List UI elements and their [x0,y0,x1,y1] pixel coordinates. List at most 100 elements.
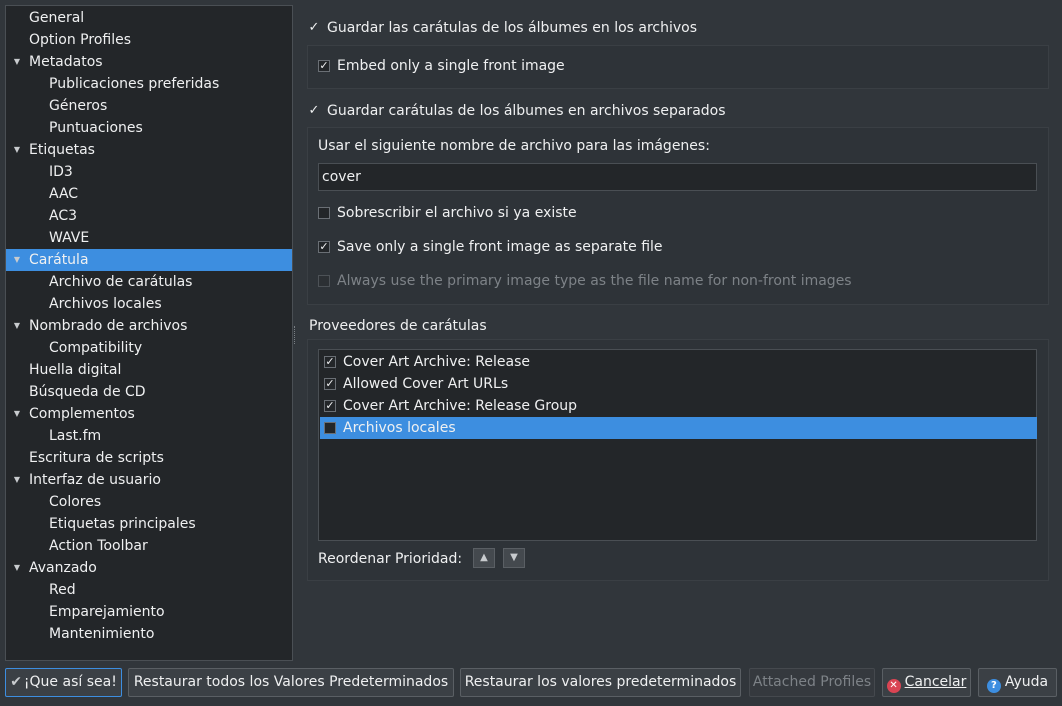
expand-arrow-icon[interactable]: ▼ [11,51,23,73]
provider-item[interactable]: ✓ Cover Art Archive: Release Group [320,395,1037,417]
check-icon: ✔ [10,674,22,690]
save-cover-in-files-checkbox[interactable]: ✓ Guardar las carátulas de los álbumes e… [308,18,908,38]
sidebar-item[interactable]: WAVE [6,227,292,249]
sidebar-item-label: Red [49,582,76,598]
sidebar-item-label: WAVE [49,230,90,246]
sidebar-item-label: Archivo de carátulas [49,274,193,290]
help-label: Ayuda [1004,674,1049,690]
sidebar-item[interactable]: AAC [6,183,292,205]
sidebar-item[interactable]: Compatibility [6,337,292,359]
sidebar-item-label: ID3 [49,164,73,180]
sidebar-item[interactable]: Escritura de scripts [6,447,292,469]
sidebar-item[interactable]: Puntuaciones [6,117,292,139]
sidebar-item[interactable]: ID3 [6,161,292,183]
sidebar-item[interactable]: Colores [6,491,292,513]
sidebar-item[interactable]: AC3 [6,205,292,227]
filename-input[interactable]: cover [318,163,1037,191]
sidebar-item[interactable]: ▼ Avanzado [6,557,292,579]
expand-arrow-icon[interactable]: ▼ [11,469,23,491]
cancel-button[interactable]: ✕ Cancelar [882,668,971,697]
check-icon: ✓ [318,59,330,72]
sidebar-item-label: Emparejamiento [49,604,165,620]
sidebar-item-label: Publicaciones preferidas [49,76,220,92]
restore-defaults-button[interactable]: Restaurar los valores predeterminados [460,668,741,697]
sidebar-item[interactable]: ▼ Nombrado de archivos [6,315,292,337]
sidebar-item[interactable]: Etiquetas principales [6,513,292,535]
sidebar-item[interactable]: ▼ Etiquetas [6,139,292,161]
check-icon[interactable]: ✓ [324,356,336,368]
save-separate-files-checkbox[interactable]: ✓ Guardar carátulas de los álbumes en ar… [308,101,908,121]
sidebar-item[interactable]: Red [6,579,292,601]
cancel-label: Cancelar [904,674,967,690]
provider-item[interactable]: Archivos locales [320,417,1037,439]
provider-label: Cover Art Archive: Release Group [343,398,578,414]
checkbox-box [318,207,330,219]
provider-label: Allowed Cover Art URLs [343,376,509,392]
primary-type-filename-label: Always use the primary image type as the… [337,273,852,289]
sidebar-item[interactable]: General [6,7,292,29]
restore-all-label: Restaurar todos los Valores Predetermina… [133,674,449,690]
sidebar-item[interactable]: Mantenimiento [6,623,292,645]
check-icon: ✓ [308,103,320,118]
sidebar-item[interactable]: ▼ Carátula [6,249,292,271]
move-down-button[interactable]: ▼ [503,548,525,568]
sidebar-item-label: General [29,10,85,26]
sidebar-item[interactable]: Búsqueda de CD [6,381,292,403]
check-icon[interactable]: ✓ [324,378,336,390]
providers-list[interactable]: ✓ Cover Art Archive: Release ✓ Allowed Cove… [318,349,1037,541]
expand-arrow-icon[interactable]: ▼ [11,403,23,425]
ok-label: ¡Que así sea! [23,674,117,690]
save-separate-files-label: Guardar carátulas de los álbumes en arch… [327,103,726,119]
sidebar-item[interactable]: ▼ Interfaz de usuario [6,469,292,491]
provider-item[interactable]: ✓ Allowed Cover Art URLs [320,373,1037,395]
sidebar-item-label: Escritura de scripts [29,450,164,466]
sidebar-item[interactable]: ▼ Metadatos [6,51,292,73]
sidebar-item-label: Metadatos [29,54,103,70]
sidebar-item-label: Archivos locales [49,296,162,312]
expand-arrow-icon[interactable]: ▼ [11,315,23,337]
sidebar-item-label: Option Profiles [29,32,131,48]
ok-button[interactable]: ✔ ¡Que así sea! [5,668,122,697]
sidebar-item[interactable]: Action Toolbar [6,535,292,557]
sidebar-item-label: Carátula [29,252,89,268]
sidebar-item[interactable]: Last.fm [6,425,292,447]
sidebar-item[interactable]: Huella digital [6,359,292,381]
sidebar-item[interactable]: Option Profiles [6,29,292,51]
chevron-down-icon: ▼ [510,552,518,563]
checkbox-box[interactable] [324,422,336,434]
sidebar-item[interactable]: Archivo de carátulas [6,271,292,293]
restore-all-defaults-button[interactable]: Restaurar todos los Valores Predetermina… [128,668,454,697]
help-button[interactable]: ? Ayuda [978,668,1057,697]
sidebar-item[interactable]: Archivos locales [6,293,292,315]
checkbox-box [318,275,330,287]
check-icon: ✓ [308,20,320,35]
splitter-handle[interactable] [294,326,297,344]
sidebar-item[interactable]: Géneros [6,95,292,117]
options-window: General Option Profiles ▼ Metadatos Publicac… [0,0,1062,706]
sidebar-item-label: Etiquetas principales [49,516,196,532]
expand-arrow-icon[interactable]: ▼ [11,139,23,161]
embed-single-front-checkbox[interactable]: ✓ Embed only a single front image [318,56,718,76]
provider-label: Archivos locales [343,420,456,436]
sidebar-item-label: Complementos [29,406,135,422]
expand-arrow-icon[interactable]: ▼ [11,557,23,579]
single-front-separate-label: Save only a single front image as separa… [337,239,663,255]
cancel-icon: ✕ [886,679,901,693]
single-front-separate-checkbox[interactable]: ✓ Save only a single front image as sepa… [318,237,818,257]
check-icon[interactable]: ✓ [324,400,336,412]
embed-single-front-label: Embed only a single front image [337,58,565,74]
sidebar-item-label: Mantenimiento [49,626,155,642]
expand-arrow-icon[interactable]: ▼ [11,249,23,271]
attached-profiles-button: Attached Profiles [749,668,875,697]
sidebar-item-label: Puntuaciones [49,120,143,136]
overwrite-checkbox[interactable]: Sobrescribir el archivo si ya existe [318,203,818,223]
save-cover-in-files-label: Guardar las carátulas de los álbumes en … [327,20,698,36]
move-up-button[interactable]: ▲ [473,548,495,568]
options-tree[interactable]: General Option Profiles ▼ Metadatos Publicac… [5,5,293,661]
sidebar-item[interactable]: ▼ Complementos [6,403,292,425]
provider-item[interactable]: ✓ Cover Art Archive: Release [320,351,1037,373]
sidebar-item[interactable]: Publicaciones preferidas [6,73,292,95]
primary-type-filename-checkbox: Always use the primary image type as the… [318,271,1018,291]
sidebar-item-label: Last.fm [49,428,102,444]
sidebar-item[interactable]: Emparejamiento [6,601,292,623]
